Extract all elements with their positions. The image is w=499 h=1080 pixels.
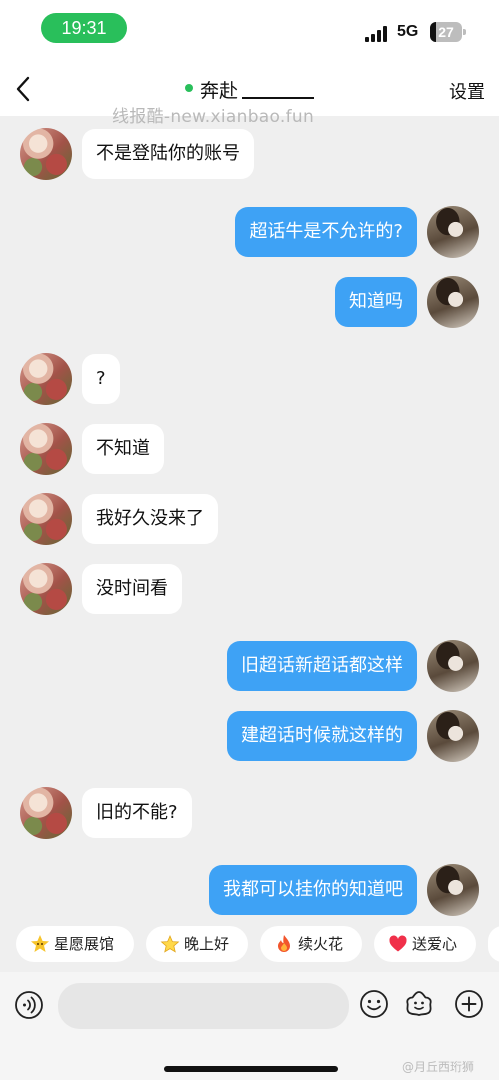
message-left: 没时间看	[0, 563, 499, 615]
voice-icon[interactable]	[14, 990, 44, 1020]
chat-title: 奔赴	[0, 76, 499, 103]
signal-icon	[365, 26, 387, 42]
star-face-icon	[31, 935, 49, 952]
message-left: 我好久没来了	[0, 493, 499, 545]
contact-avatar[interactable]	[20, 353, 72, 405]
message-bubble[interactable]: 不是登陆你的账号	[82, 129, 254, 179]
fire-icon	[278, 935, 290, 952]
message-left: 不知道	[0, 423, 499, 475]
message-bubble[interactable]: 我都可以挂你的知道吧	[209, 865, 417, 915]
chip-more[interactable]	[488, 926, 499, 962]
message-bubble[interactable]: 建超话时候就这样的	[227, 711, 417, 761]
message-bubble[interactable]: ?	[82, 354, 120, 404]
my-avatar[interactable]	[427, 276, 479, 328]
weibo-watermark: @月丘西珩狮	[402, 1060, 475, 1074]
home-indicator[interactable]	[164, 1066, 338, 1072]
message-bubble[interactable]: 超话牛是不允许的?	[235, 207, 417, 257]
message-left: 旧的不能?	[0, 787, 499, 839]
online-status-dot	[184, 83, 193, 92]
contact-avatar[interactable]	[20, 128, 72, 180]
message-bubble[interactable]: 我好久没来了	[82, 494, 218, 544]
battery-level: 27	[438, 24, 454, 40]
name-redaction-line	[242, 96, 314, 99]
message-bubble[interactable]: 旧的不能?	[82, 788, 192, 838]
message-right: 超话牛是不允许的?	[0, 206, 499, 258]
contact-avatar[interactable]	[20, 493, 72, 545]
message-bubble[interactable]: 知道吗	[335, 277, 417, 327]
my-avatar[interactable]	[427, 710, 479, 762]
chip-label: 星愿展馆	[54, 935, 115, 953]
message-right: 知道吗	[0, 276, 499, 328]
emoji-icon[interactable]	[359, 989, 389, 1019]
contact-avatar[interactable]	[20, 563, 72, 615]
message-input[interactable]	[58, 983, 349, 1029]
my-avatar[interactable]	[427, 640, 479, 692]
chip-send-love[interactable]: 送爱心	[374, 926, 476, 962]
chat-area[interactable]: 不是登陆你的账号 超话牛是不允许的? 知道吗 ? 不知道 我好久没来了 没时间看…	[0, 116, 499, 924]
message-bubble[interactable]: 没时间看	[82, 564, 182, 614]
add-icon[interactable]	[454, 989, 484, 1019]
network-type: 5G	[397, 23, 419, 40]
my-avatar[interactable]	[427, 206, 479, 258]
settings-button[interactable]: 设置	[449, 78, 485, 104]
message-left: 不是登陆你的账号	[0, 128, 499, 180]
message-bubble[interactable]: 不知道	[82, 424, 164, 474]
contact-avatar[interactable]	[20, 423, 72, 475]
chip-star-gallery[interactable]: 星愿展馆	[16, 926, 134, 962]
battery-icon: 27	[430, 22, 466, 42]
chip-label: 晚上好	[184, 935, 230, 953]
quick-reply-bar: 星愿展馆 晚上好 续火花 送爱心	[0, 924, 499, 972]
chip-continue-spark[interactable]: 续火花	[260, 926, 362, 962]
sparkle-star-icon	[160, 934, 180, 953]
status-time: 19:31	[41, 13, 127, 43]
message-right: 旧超话新超话都这样	[0, 640, 499, 692]
message-right: 我都可以挂你的知道吧	[0, 864, 499, 916]
chip-good-evening[interactable]: 晚上好	[146, 926, 248, 962]
contact-avatar[interactable]	[20, 787, 72, 839]
message-left: ?	[0, 353, 499, 405]
status-bar: 19:31 5G 27	[0, 0, 499, 62]
watermark: 线报酷-new.xianbao.fun	[112, 107, 315, 127]
my-avatar[interactable]	[427, 864, 479, 916]
contact-name: 奔赴	[199, 80, 238, 102]
chip-label: 送爱心	[412, 935, 458, 953]
heart-icon	[389, 935, 407, 952]
sticker-icon[interactable]	[404, 989, 434, 1019]
message-right: 建超话时候就这样的	[0, 710, 499, 762]
chip-label: 续火花	[298, 935, 344, 953]
message-bubble[interactable]: 旧超话新超话都这样	[227, 641, 417, 691]
